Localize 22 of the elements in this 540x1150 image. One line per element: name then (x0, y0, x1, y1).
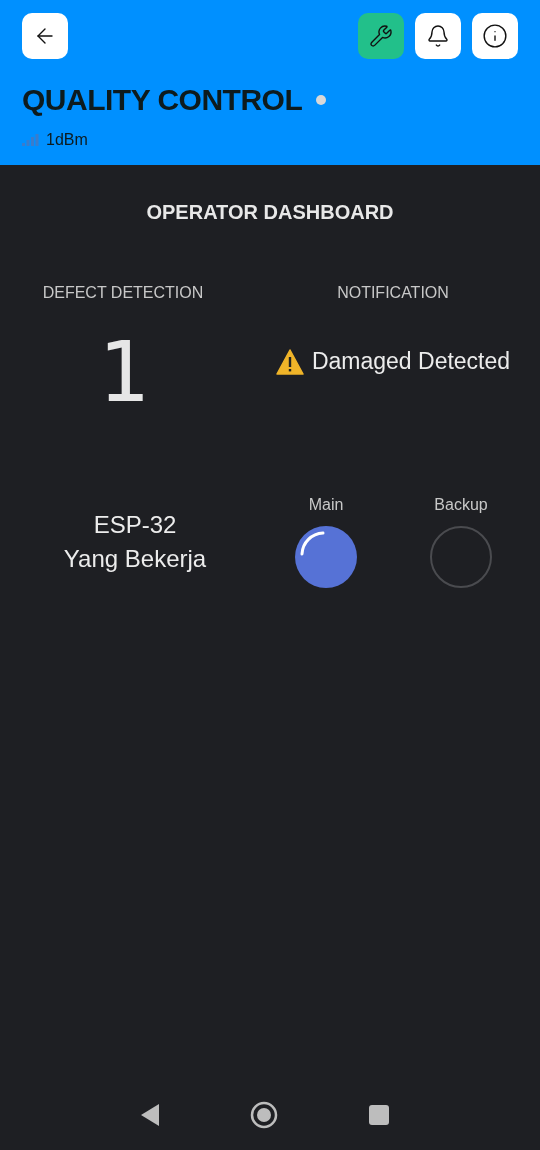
bell-icon (426, 24, 450, 48)
defect-label: DEFECT DETECTION (42, 284, 204, 302)
device-status-text: ESP-32 Yang Bekerja (62, 510, 208, 574)
defect-count: 1 (97, 330, 149, 414)
notification-message: Damaged Detected (311, 348, 511, 375)
nav-home-icon[interactable] (250, 1101, 278, 1129)
app-title: QUALITY CONTROL (22, 83, 303, 117)
wrench-button[interactable] (358, 13, 404, 59)
info-icon (482, 23, 508, 49)
notification-label: NOTIFICATION (337, 284, 449, 302)
notifications-button[interactable] (415, 13, 461, 59)
dashboard-title: OPERATOR DASHBOARD (146, 201, 394, 224)
warning-icon (275, 348, 304, 375)
nav-recents-icon[interactable] (368, 1104, 390, 1126)
led-label: Backup (434, 496, 488, 514)
wrench-icon (369, 24, 393, 48)
info-button[interactable] (472, 13, 518, 59)
back-button[interactable] (22, 13, 68, 59)
led-label: Main (308, 496, 344, 514)
signal-strength: 1dBm (46, 131, 88, 149)
signal-icon (22, 134, 40, 146)
nav-back-icon[interactable] (140, 1103, 160, 1127)
